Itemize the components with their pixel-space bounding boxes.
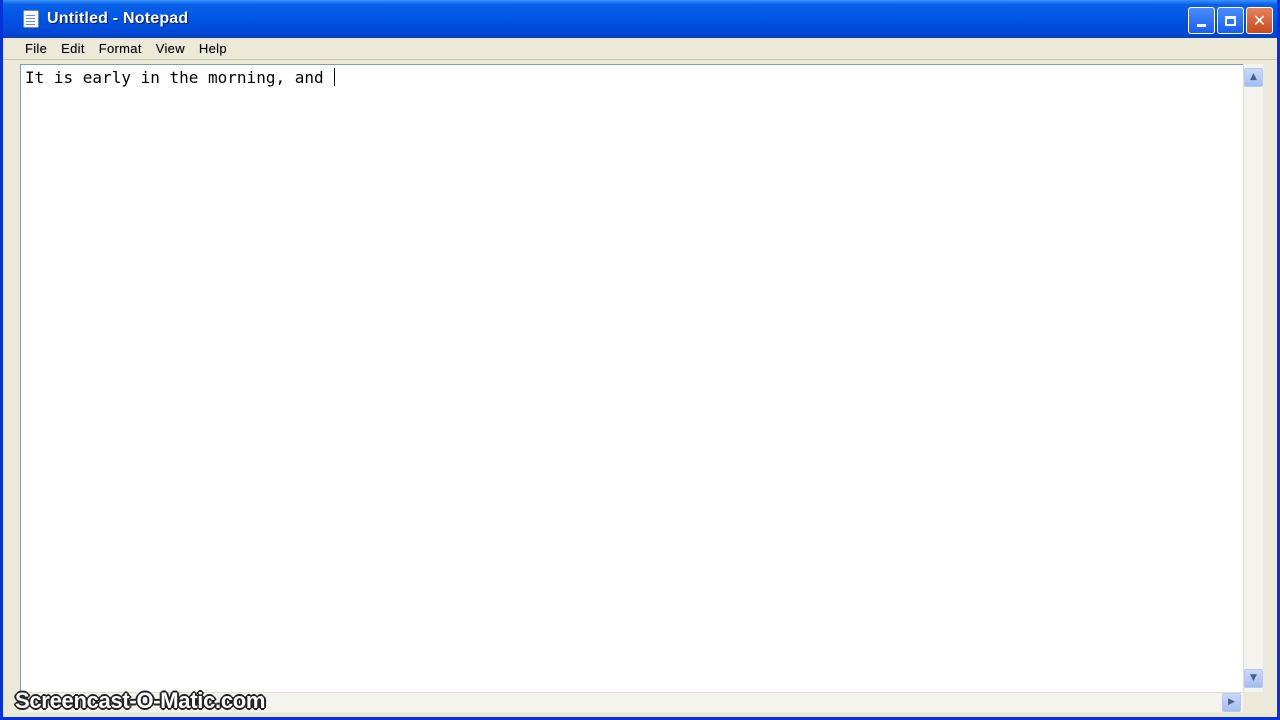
minimize-icon <box>1197 24 1206 27</box>
screencast-watermark: Screencast-O-Matic.com <box>15 688 266 713</box>
chevron-up-icon: ▲ <box>1250 72 1257 82</box>
window-title: Untitled - Notepad <box>47 10 189 27</box>
notepad-icon[interactable] <box>23 10 39 28</box>
chevron-right-icon: ▶ <box>1228 697 1235 707</box>
scroll-down-button[interactable]: ▼ <box>1244 669 1263 688</box>
window-controls: ✕ <box>1188 7 1273 34</box>
vertical-scrollbar[interactable]: ▲ ▼ <box>1243 64 1263 692</box>
scroll-right-button[interactable]: ▶ <box>1222 693 1241 712</box>
menu-bar: File Edit Format View Help <box>3 38 1277 60</box>
close-button[interactable]: ✕ <box>1246 7 1273 34</box>
menu-format[interactable]: Format <box>99 41 142 56</box>
editor-content[interactable]: It is early in the morning, and <box>25 68 336 87</box>
menu-help[interactable]: Help <box>199 41 227 56</box>
title-bar[interactable]: Untitled - Notepad ✕ <box>3 0 1277 38</box>
text-editor-area[interactable]: It is early in the morning, and <box>20 64 1243 692</box>
editor-text: It is early in the morning, and <box>25 68 334 87</box>
maximize-button[interactable] <box>1217 7 1244 34</box>
menu-view[interactable]: View <box>156 41 185 56</box>
minimize-button[interactable] <box>1188 7 1215 34</box>
maximize-icon <box>1225 15 1236 26</box>
close-icon: ✕ <box>1252 10 1267 30</box>
notepad-window: Untitled - Notepad ✕ File Edit Format Vi… <box>0 0 1280 720</box>
chevron-down-icon: ▼ <box>1250 673 1257 683</box>
scroll-up-button[interactable]: ▲ <box>1244 68 1263 87</box>
text-caret <box>334 68 336 86</box>
menu-edit[interactable]: Edit <box>61 41 85 56</box>
resize-grip[interactable] <box>1243 692 1263 712</box>
menu-file[interactable]: File <box>25 41 47 56</box>
